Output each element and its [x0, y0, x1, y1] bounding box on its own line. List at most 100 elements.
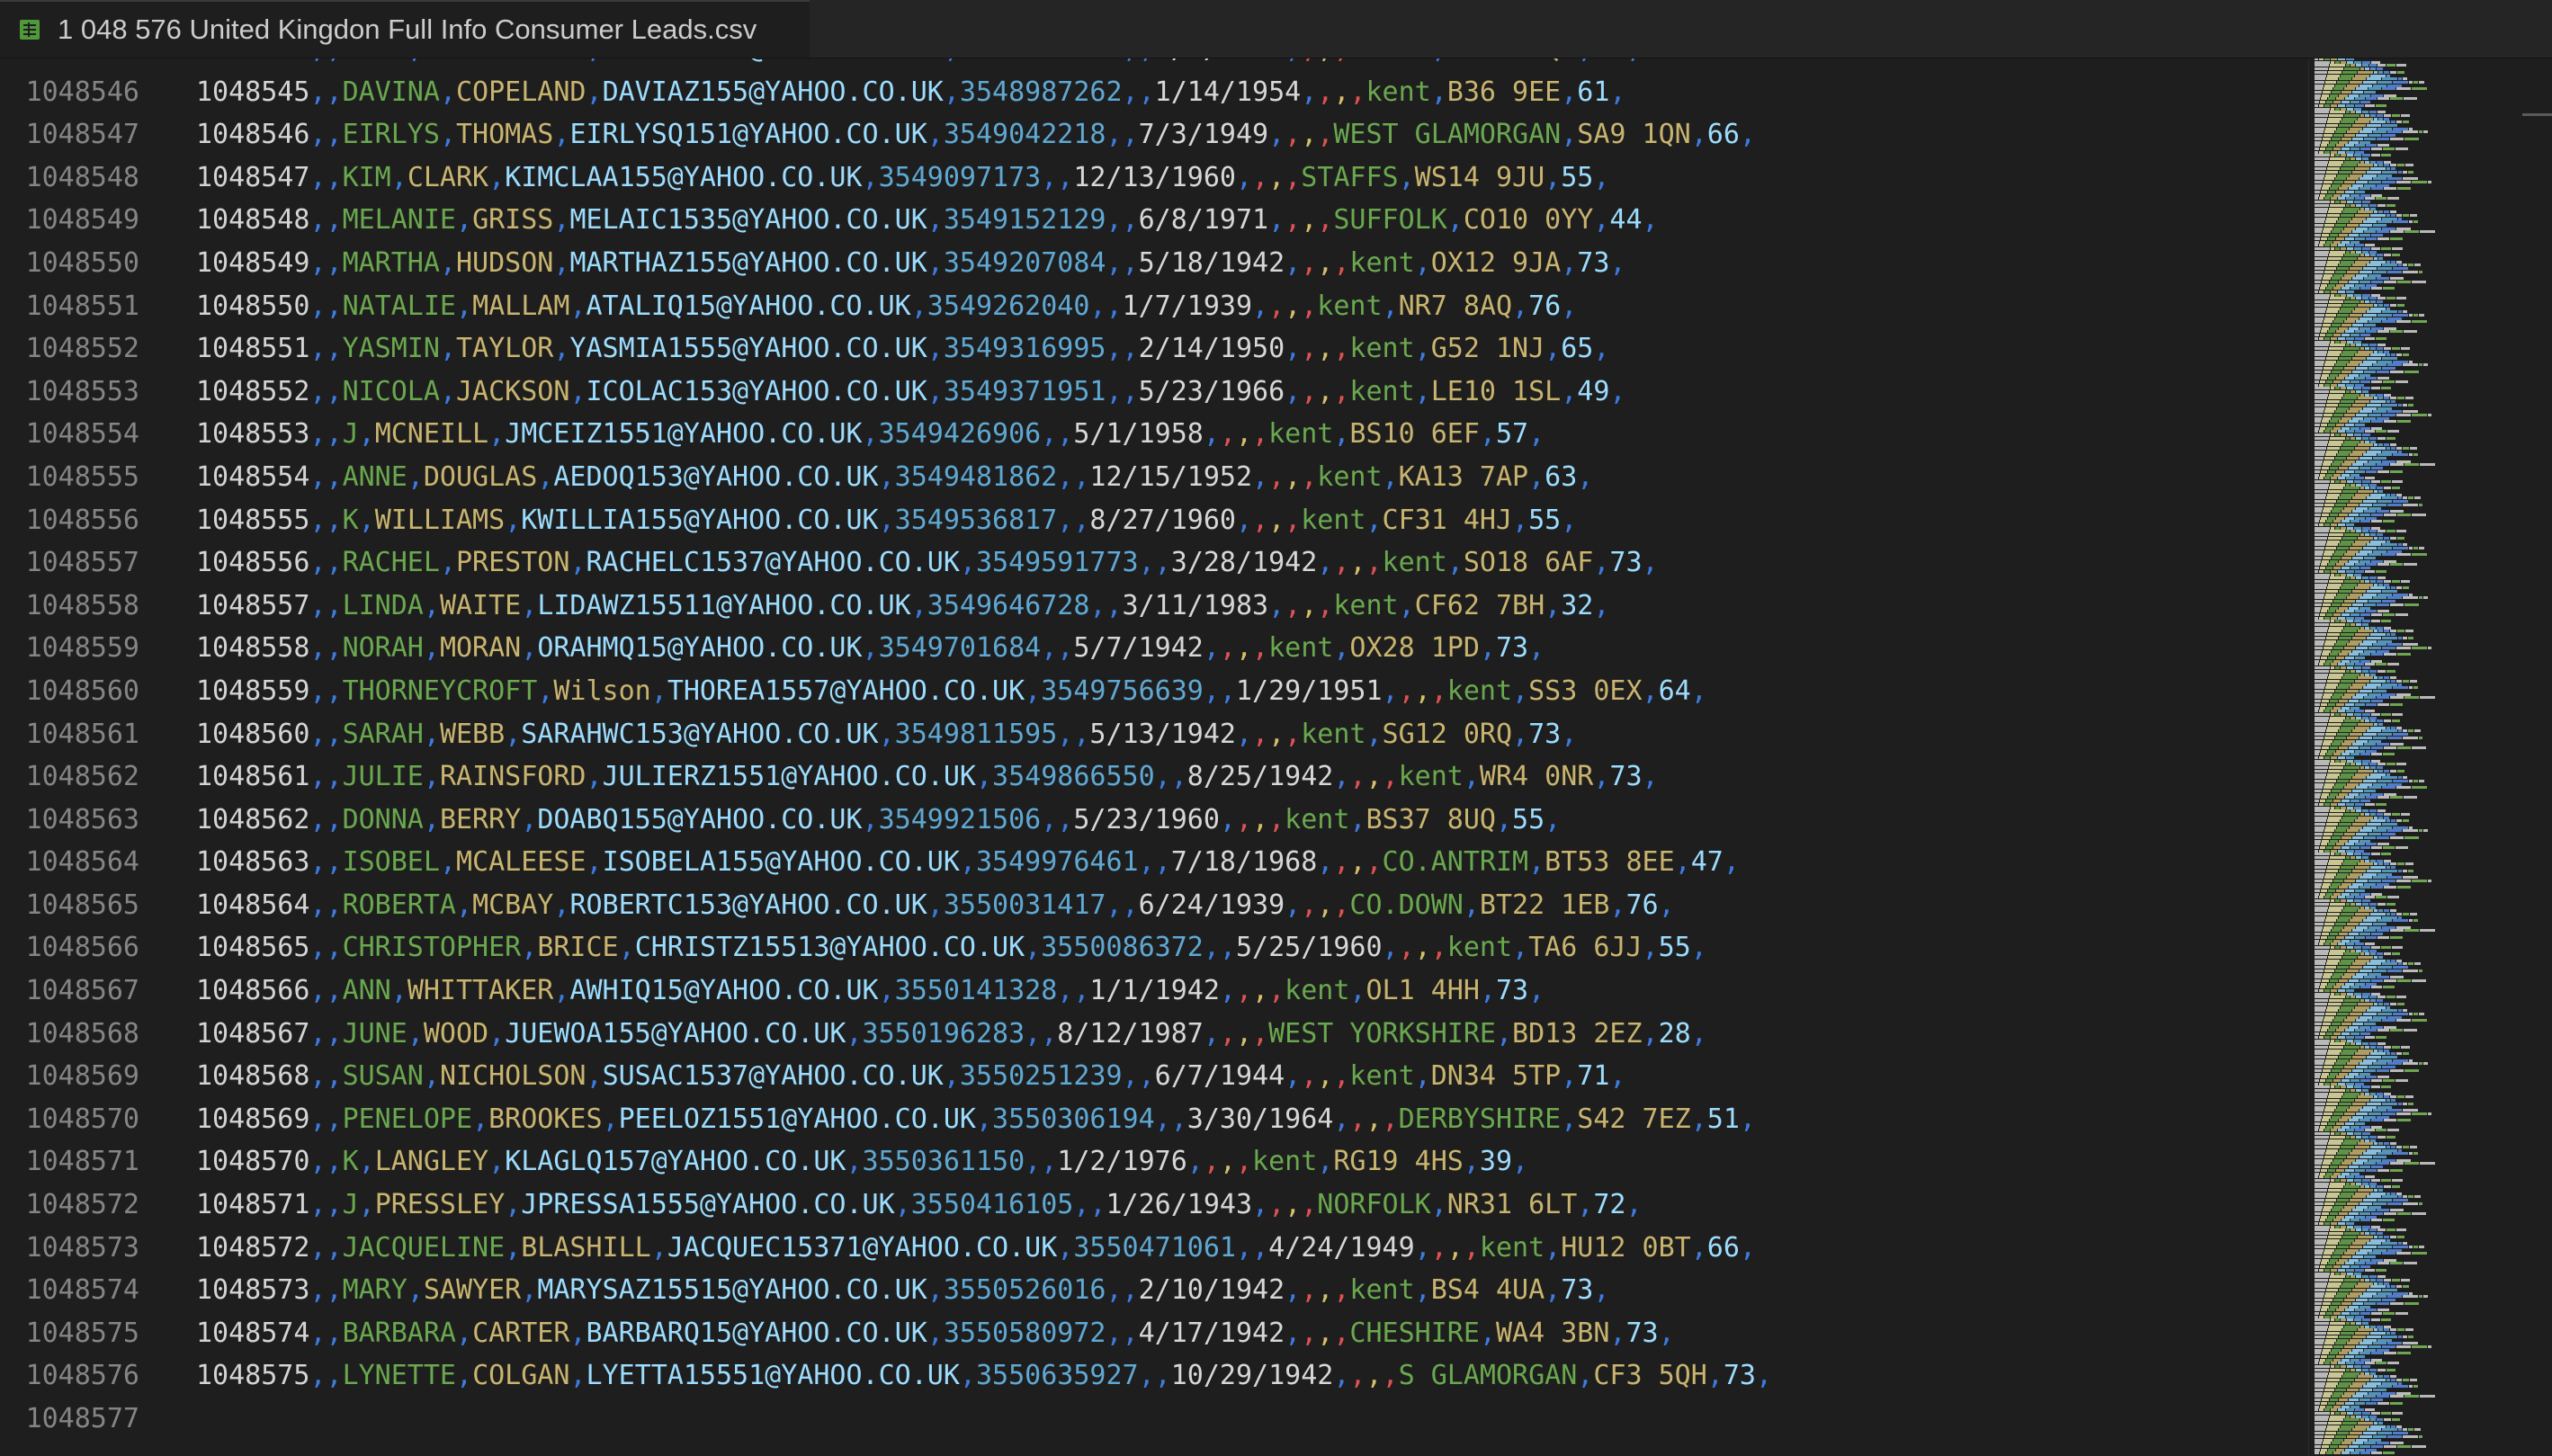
minimap-stripe: [2332, 882, 2341, 886]
minimap-stripe: [2351, 520, 2359, 523]
minimap-stripe: [2371, 1085, 2380, 1089]
minimap-stripe: [2383, 1078, 2395, 1082]
minimap-stripe: [2382, 1344, 2395, 1348]
minimap-stripe: [2323, 510, 2331, 514]
minimap-stripe: [2328, 769, 2342, 773]
minimap-stripe: [2360, 612, 2370, 616]
minimap-stripe: [2341, 167, 2354, 171]
minimap-stripe: [2360, 1418, 2364, 1422]
minimap-stripe: [2344, 1158, 2355, 1162]
minimap-stripe: [2333, 1252, 2343, 1255]
minimap-stripe: [2384, 393, 2391, 397]
line-number: 1048553: [25, 375, 139, 407]
minimap-stripe: [2363, 1059, 2377, 1062]
minimap-stripe: [2331, 663, 2337, 666]
minimap-stripe: [2404, 463, 2419, 467]
minimap-stripe: [2396, 121, 2402, 124]
minimap-stripe: [2390, 210, 2396, 214]
minimap-stripe: [2384, 1092, 2391, 1095]
minimap-stripe: [2330, 856, 2345, 859]
scrollbar-position-marker[interactable]: [2522, 113, 2552, 116]
minimap-stripe: [2315, 567, 2319, 570]
minimap-stripe: [2387, 503, 2402, 506]
minimap-stripe: [2390, 1395, 2404, 1398]
minimap-stripe: [2393, 1152, 2408, 1156]
minimap-stripe: [2326, 916, 2338, 919]
minimap-stripe: [2315, 1375, 2327, 1379]
minimap-stripe: [2381, 387, 2391, 390]
minimap-stripe: [2315, 533, 2328, 537]
minimap-stripe: [2398, 403, 2402, 406]
minimap-stripe: [2384, 164, 2389, 167]
minimap-stripe: [2347, 992, 2353, 996]
minimap-stripe: [2324, 320, 2333, 324]
minimap-stripe: [2319, 103, 2324, 107]
minimap-stripe: [2362, 344, 2368, 347]
minimap-stripe: [2325, 313, 2336, 317]
minimap-stripe: [2315, 573, 2330, 576]
minimap-stripe: [2386, 446, 2390, 450]
minimap-stripe: [2396, 1228, 2406, 1232]
minimap-stripe: [2351, 297, 2355, 300]
minimap-stripe: [2405, 164, 2413, 167]
editor-tab[interactable]: 1 048 576 United Kingdon Full Info Consu…: [0, 0, 810, 58]
minimap-stripe: [2352, 1395, 2363, 1398]
minimap-stripe: [2324, 1019, 2333, 1023]
minimap-stripe: [2360, 393, 2364, 397]
minimap-stripe: [2323, 1395, 2331, 1398]
minimap-stripe: [2391, 1378, 2395, 1381]
minimap-stripe: [2325, 919, 2336, 923]
minimap-stripe: [2346, 290, 2354, 293]
minimap-stripe: [2351, 380, 2359, 383]
minimap-stripe: [2339, 839, 2348, 843]
minimap-stripe: [2325, 1432, 2336, 1435]
minimap-stripe: [2342, 334, 2350, 337]
vertical-scrollbar[interactable]: [2485, 58, 2552, 1456]
minimap-stripe: [2368, 460, 2381, 463]
minimap-stripe: [2371, 1225, 2380, 1228]
minimap-stripe: [2382, 1009, 2397, 1013]
minimap-stripe: [2315, 1258, 2321, 1262]
minimap-stripe: [2321, 702, 2327, 706]
minimap-stripe: [2373, 829, 2386, 833]
minimap-stripe: [2351, 1228, 2355, 1232]
minimap-stripe: [2401, 812, 2410, 816]
minimap-stripe: [2356, 227, 2368, 230]
minimap-stripe: [2344, 254, 2359, 257]
minimap-stripe: [2356, 344, 2361, 347]
minimap-stripe: [2419, 1201, 2422, 1205]
minimap-stripe: [2368, 786, 2381, 790]
minimap-stripe: [2369, 1042, 2377, 1046]
minimap-stripe: [2355, 1268, 2364, 1272]
minimap-stripe: [2324, 1408, 2330, 1412]
minimap-stripe: [2368, 1205, 2381, 1209]
minimap-stripe: [2370, 1285, 2386, 1289]
minimap-stripe: [2347, 317, 2359, 320]
minimap-stripe: [2315, 520, 2319, 523]
minimap-stripe: [2386, 493, 2390, 496]
minimap-stripe: [2365, 896, 2375, 899]
minimap-stripe: [2391, 1099, 2395, 1103]
minimap-stripe: [2315, 826, 2324, 829]
minimap-stripe: [2324, 1129, 2330, 1132]
minimap[interactable]: [2308, 58, 2485, 1456]
minimap-stripe: [2322, 1166, 2329, 1169]
minimap-stripe: [2351, 240, 2359, 244]
minimap-stripe: [2315, 1381, 2325, 1385]
minimap-stripe: [2368, 972, 2381, 976]
minimap-stripe: [2419, 546, 2424, 549]
minimap-stripe: [2404, 1162, 2419, 1166]
editor-area[interactable]: 10485451048544,,TINA,TOGNARELLI,TIATOC15…: [0, 58, 2303, 1456]
minimap-stripe: [2315, 536, 2327, 540]
minimap-stripe: [2356, 436, 2361, 440]
minimap-stripe: [2315, 436, 2329, 440]
minimap-stripe: [2321, 889, 2327, 892]
minimap-stripe: [2315, 646, 2323, 649]
minimap-stripe: [2404, 1395, 2419, 1398]
minimap-stripe: [2398, 450, 2402, 453]
minimap-stripe: [2315, 177, 2324, 181]
minimap-stripe: [2315, 935, 2320, 939]
minimap-stripe: [2368, 1112, 2381, 1115]
minimap-stripe: [2352, 1442, 2363, 1445]
minimap-stripe: [2356, 320, 2368, 324]
